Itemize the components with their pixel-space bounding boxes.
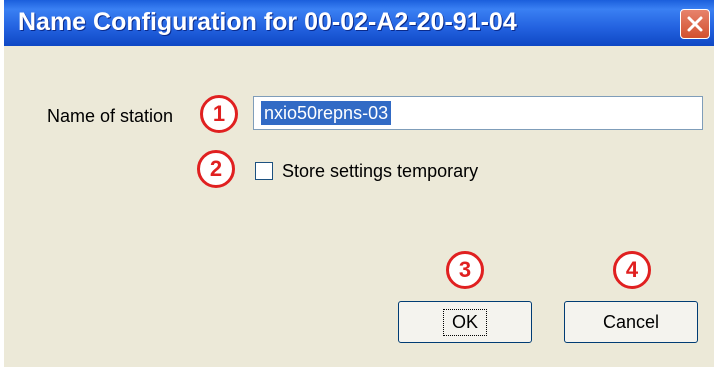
- close-button[interactable]: [680, 9, 710, 39]
- store-temporary-checkbox[interactable]: [255, 162, 273, 180]
- station-name-value: nxio50repns-03: [261, 101, 392, 125]
- annotation-marker-4: 4: [613, 251, 651, 289]
- annotation-marker-3: 3: [446, 251, 484, 289]
- cancel-button[interactable]: Cancel: [564, 301, 698, 343]
- ok-button-label: OK: [442, 308, 487, 336]
- annotation-marker-1: 1: [200, 95, 238, 133]
- title-bar[interactable]: Name Configuration for 00-02-A2-20-91-04: [4, 0, 714, 46]
- ok-button[interactable]: OK: [398, 301, 532, 343]
- name-configuration-dialog: Name Configuration for 00-02-A2-20-91-04…: [4, 0, 714, 367]
- cancel-button-label: Cancel: [602, 311, 660, 332]
- station-name-input[interactable]: nxio50repns-03: [253, 96, 703, 130]
- annotation-marker-2: 2: [197, 150, 235, 188]
- window-title: Name Configuration for 00-02-A2-20-91-04: [18, 8, 517, 36]
- station-name-label: Name of station: [47, 106, 174, 126]
- store-temporary-label[interactable]: Store settings temporary: [282, 161, 478, 182]
- close-icon: [687, 16, 703, 32]
